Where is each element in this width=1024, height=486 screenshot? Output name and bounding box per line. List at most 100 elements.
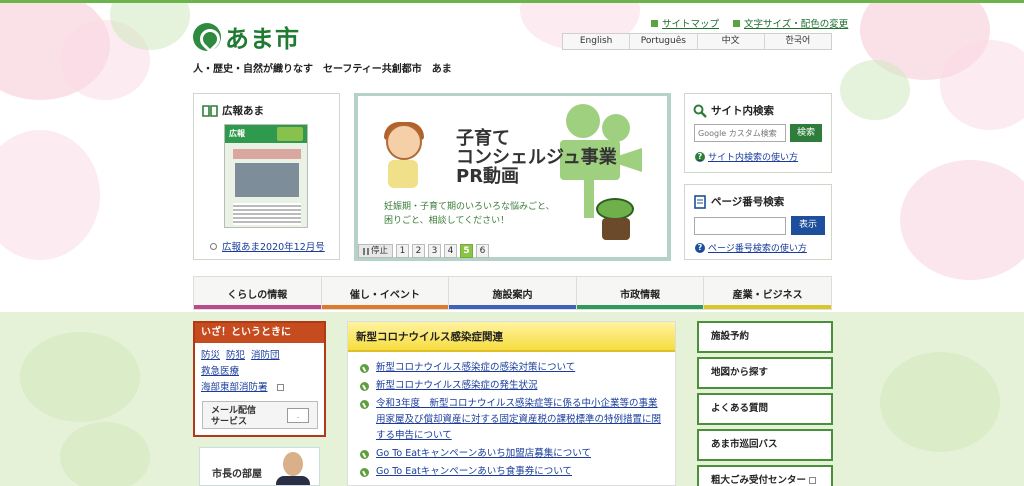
frog-head bbox=[596, 198, 634, 220]
search-button[interactable]: 検索 bbox=[790, 124, 823, 142]
check-bullet-icon bbox=[360, 382, 369, 391]
mayor-room-label: 市長の部屋 bbox=[212, 469, 262, 480]
slideshow-banner[interactable]: 子育て コンシェルジュ事業 PR動画 妊娠期・子育て期のいろいろな悩みごと、 困… bbox=[354, 93, 671, 261]
page-search-help-label: ページ番号検索の使い方 bbox=[708, 244, 807, 254]
slide-subtitle: 妊娠期・子育て期のいろいろな悩みごと、 困りごと、相談してください！ bbox=[384, 202, 555, 226]
external-link-icon bbox=[809, 477, 817, 484]
mayor-photo bbox=[274, 452, 312, 485]
check-bullet-icon bbox=[360, 400, 369, 409]
nav-color-bar bbox=[194, 305, 321, 309]
top-accent-line bbox=[0, 0, 1024, 3]
camera-lens bbox=[620, 148, 642, 172]
koho-issue-link[interactable]: 広報あま2020年12月号 bbox=[210, 239, 325, 253]
list-item: Go To Eatキャンペーンあいち加盟店募集について bbox=[360, 446, 665, 462]
page-search-title: ページ番号検索 bbox=[685, 185, 831, 209]
page-number-input[interactable] bbox=[694, 217, 786, 235]
covid-link[interactable]: 新型コロナウイルス感染症の発生状況 bbox=[376, 378, 538, 394]
search-by-map-link[interactable]: 地図から探す bbox=[697, 357, 833, 389]
lang-english[interactable]: English bbox=[563, 34, 631, 49]
link-emergency-medical[interactable]: 救急医療 bbox=[201, 366, 239, 377]
lang-portuguese[interactable]: Português bbox=[630, 34, 698, 49]
check-bullet-icon bbox=[360, 364, 369, 373]
city-emblem-icon bbox=[193, 22, 221, 51]
koho-cover-image[interactable]: 広報 bbox=[224, 124, 308, 228]
child-head bbox=[386, 124, 422, 160]
community-bus-link[interactable]: あま市巡回バス bbox=[697, 429, 833, 461]
slide-page-6[interactable]: 6 bbox=[476, 244, 490, 258]
page-search-title-text: ページ番号検索 bbox=[711, 196, 785, 208]
nav-living-info[interactable]: くらしの情報 bbox=[194, 277, 322, 309]
covid-link[interactable]: Go To Eatキャンペーンあいち食事券について bbox=[376, 464, 572, 480]
faq-link[interactable]: よくある質問 bbox=[697, 393, 833, 425]
external-link-icon bbox=[276, 384, 284, 391]
text-size-color-link[interactable]: 文字サイズ・配色の変更 bbox=[733, 16, 848, 30]
bulky-waste-label: 粗大ごみ受付センター bbox=[711, 475, 807, 486]
covid-link[interactable]: Go To Eatキャンペーンあいち加盟店募集について bbox=[376, 446, 591, 462]
nav-facilities[interactable]: 施設案内 bbox=[449, 277, 577, 309]
nav-events[interactable]: 催し・イベント bbox=[321, 277, 450, 309]
sitemap-label: サイトマップ bbox=[662, 19, 720, 30]
lang-chinese[interactable]: 中文 bbox=[698, 34, 765, 49]
question-icon: ? bbox=[695, 242, 705, 253]
koho-issue-label: 広報あま2020年12月号 bbox=[222, 242, 325, 253]
mayor-room-banner[interactable]: 市長の部屋 bbox=[199, 447, 320, 486]
lang-korean[interactable]: 한국어 bbox=[765, 34, 831, 49]
check-bullet-icon bbox=[360, 450, 369, 459]
slide-page-5[interactable]: 5 bbox=[460, 244, 474, 258]
list-item: 新型コロナウイルス感染症の感染対策について bbox=[360, 360, 665, 376]
site-search-title: サイト内検索 bbox=[685, 94, 831, 118]
envelope-icon bbox=[287, 408, 309, 423]
quick-links: 施設予約 地図から探す よくある質問 あま市巡回バス 粗大ごみ受付センター bbox=[697, 321, 833, 486]
sitemap-link[interactable]: サイトマップ bbox=[651, 16, 719, 30]
bulky-waste-center-link[interactable]: 粗大ごみ受付センター bbox=[697, 465, 833, 486]
child-body bbox=[388, 160, 418, 188]
site-logo[interactable]: あま市 bbox=[193, 19, 300, 54]
page-search-help-link[interactable]: ? ページ番号検索の使い方 bbox=[695, 241, 807, 254]
site-search-help-link[interactable]: ? サイト内検索の使い方 bbox=[695, 150, 798, 163]
stop-label: 停止 bbox=[371, 246, 389, 256]
nav-color-bar bbox=[704, 305, 831, 309]
slide-page-1[interactable]: 1 bbox=[396, 244, 410, 258]
slide-stop-button[interactable]: 停止 bbox=[358, 244, 394, 258]
cover-text-lines bbox=[233, 203, 301, 225]
slide-page-4[interactable]: 4 bbox=[444, 244, 458, 258]
slide-page-2[interactable]: 2 bbox=[412, 244, 426, 258]
mail-service-button[interactable]: メール配信 サービス bbox=[202, 401, 318, 429]
mayor-suit bbox=[276, 476, 310, 485]
mail-service-label: メール配信 サービス bbox=[211, 406, 257, 427]
covid-panel-title: 新型コロナウイルス感染症関連 bbox=[348, 322, 675, 352]
koho-panel: 広報あま 広報 広報あま2020年12月号 bbox=[193, 93, 340, 260]
slide-page-3[interactable]: 3 bbox=[428, 244, 442, 258]
page-number-search-panel: ページ番号検索 表示 ? ページ番号検索の使い方 bbox=[684, 184, 832, 260]
nav-industry-business[interactable]: 産業・ビジネス bbox=[704, 277, 831, 309]
koho-title-text: 広報あま bbox=[222, 105, 264, 117]
list-item: Go To Eatキャンペーンあいち食事券について bbox=[360, 464, 665, 480]
nav-label: 市政情報 bbox=[620, 290, 661, 301]
global-nav: くらしの情報 催し・イベント 施設案内 市政情報 産業・ビジネス bbox=[193, 276, 832, 310]
logo-text: あま市 bbox=[225, 25, 300, 53]
square-bullet-icon bbox=[651, 19, 658, 27]
frog-body bbox=[602, 218, 630, 240]
link-crime-prevention[interactable]: 防犯 bbox=[226, 350, 245, 361]
link-disaster-prevention[interactable]: 防災 bbox=[201, 350, 220, 361]
cover-issue-badge bbox=[277, 127, 303, 141]
nav-city-government[interactable]: 市政情報 bbox=[576, 277, 705, 309]
page-number-display-button[interactable]: 表示 bbox=[791, 216, 826, 235]
utility-links: サイトマップ 文字サイズ・配色の変更 bbox=[651, 16, 848, 30]
covid-link-list: 新型コロナウイルス感染症の感染対策について 新型コロナウイルス感染症の発生状況 … bbox=[348, 352, 675, 480]
site-tagline: 人・歴史・自然が織りなす セーフティー共創都市 あま bbox=[193, 64, 452, 75]
text-size-color-label: 文字サイズ・配色の変更 bbox=[744, 19, 849, 30]
facility-reservation-link[interactable]: 施設予約 bbox=[697, 321, 833, 353]
site-search-help-label: サイト内検索の使い方 bbox=[708, 153, 799, 163]
mayor-head bbox=[283, 452, 303, 476]
site-search-title-text: サイト内検索 bbox=[711, 105, 774, 117]
link-fire-station[interactable]: 海部東部消防署 bbox=[201, 382, 268, 393]
covid-link[interactable]: 新型コロナウイルス感染症の感染対策について bbox=[376, 360, 575, 376]
slide-title: 子育て コンシェルジュ事業 PR動画 bbox=[456, 128, 617, 187]
link-fire-brigade[interactable]: 消防団 bbox=[251, 350, 280, 361]
search-input[interactable] bbox=[694, 124, 786, 142]
covid-link[interactable]: 令和3年度 新型コロナウイルス感染症等に係る中小企業等の事業用家屋及び償却資産に… bbox=[376, 396, 665, 444]
nav-label: くらしの情報 bbox=[227, 290, 288, 301]
list-item: 令和3年度 新型コロナウイルス感染症等に係る中小企業等の事業用家屋及び償却資産に… bbox=[360, 396, 665, 444]
koho-title: 広報あま bbox=[194, 94, 339, 118]
